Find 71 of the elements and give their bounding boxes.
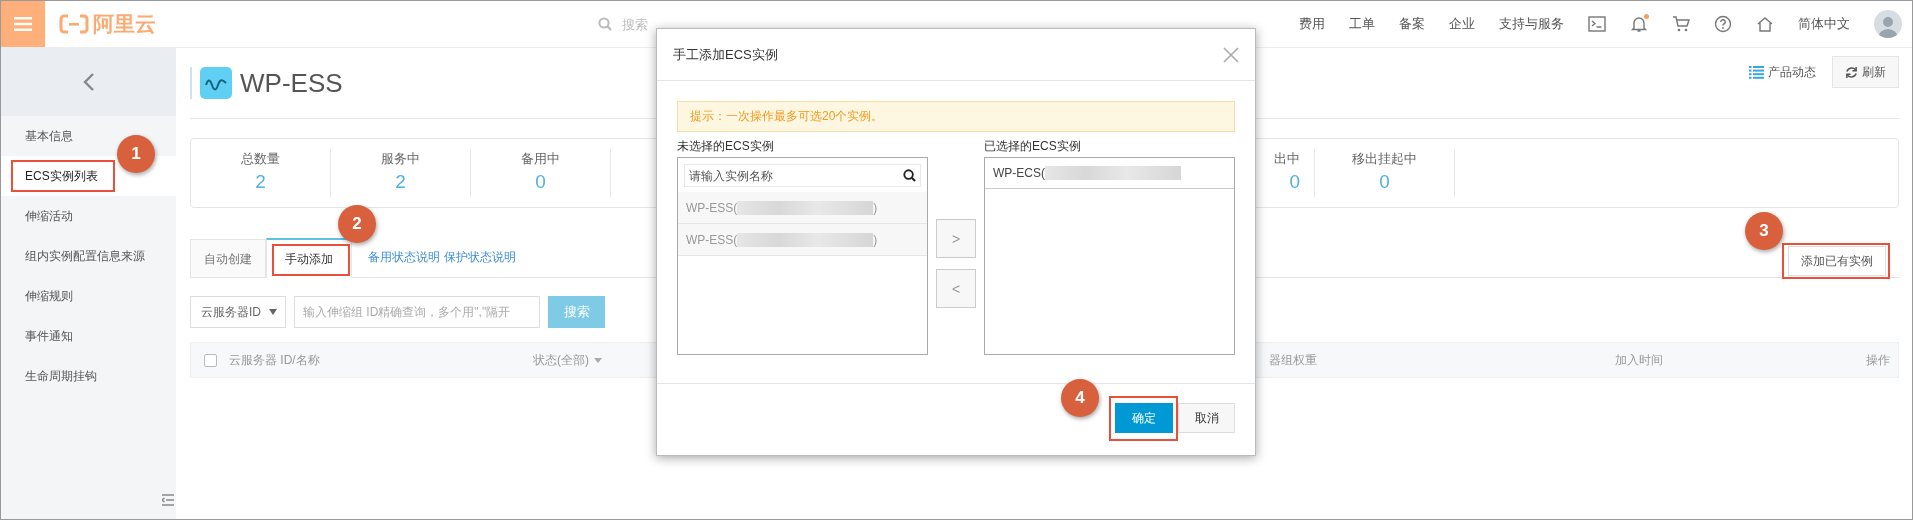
- close-icon[interactable]: [1223, 46, 1239, 63]
- cancel-button[interactable]: 取消: [1178, 403, 1235, 433]
- stat-value: 0: [534, 170, 547, 194]
- chevron-left-icon: [82, 72, 95, 92]
- search-icon: [598, 17, 612, 31]
- instance-name-end: ): [873, 232, 878, 247]
- nav-link[interactable]: 企业: [1449, 15, 1475, 33]
- caret-down-icon: [594, 357, 602, 363]
- column-header: 云服务器 ID/名称: [229, 351, 320, 369]
- stat-value: 2: [394, 170, 407, 194]
- tip-banner: 提示：一次操作最多可选20个实例。: [677, 101, 1235, 132]
- column-header: 操作: [1866, 351, 1890, 369]
- instance-name: WP-ESS(: [686, 232, 738, 247]
- instance-search-field[interactable]: 请输入实例名称: [684, 164, 921, 187]
- search-icon: [903, 169, 916, 182]
- select-all-checkbox[interactable]: [203, 353, 217, 367]
- list-icon: [1749, 65, 1764, 79]
- sidebar-item[interactable]: 伸缩规则: [1, 276, 89, 316]
- help-link[interactable]: 备用状态说明: [368, 249, 440, 266]
- instance-name-end: ): [873, 200, 878, 215]
- step-badge: 2: [338, 205, 376, 243]
- help-icon[interactable]: [1714, 15, 1732, 33]
- step-badge: 1: [117, 135, 155, 173]
- nav-link[interactable]: 备案: [1399, 15, 1425, 33]
- column-header: 器组权重: [1269, 351, 1317, 369]
- add-instance-button[interactable]: 添加已有实例: [1788, 246, 1886, 276]
- list-label: 未选择的ECS实例: [677, 138, 775, 155]
- list-label: 已选择的ECS实例: [984, 138, 1082, 155]
- help-link[interactable]: 保护状态说明: [444, 249, 516, 266]
- sidebar-item[interactable]: 组内实例配置信息来源: [1, 236, 161, 276]
- step-badge: 3: [1745, 212, 1783, 250]
- instance-name: WP-ESS(: [686, 200, 738, 215]
- nav-link[interactable]: 支持与服务: [1499, 15, 1564, 33]
- filter-select[interactable]: 云服务器ID: [190, 296, 286, 328]
- refresh-button[interactable]: 刷新: [1832, 56, 1899, 88]
- query-field[interactable]: 输入伸缩组 ID精确查询，多个用","隔开: [294, 296, 540, 328]
- sidebar-item[interactable]: 基本信息: [1, 116, 89, 156]
- instance-name: WP-ECS(: [993, 166, 1045, 180]
- stat-label: 移出挂起中: [1351, 150, 1418, 168]
- sidebar-item[interactable]: 伸缩活动: [1, 196, 89, 236]
- terminal-icon[interactable]: [1588, 16, 1606, 32]
- logo-icon: [59, 14, 89, 34]
- wave-icon: [200, 67, 232, 99]
- stat-label: 备用中: [520, 150, 561, 168]
- collapse-icon: [162, 494, 174, 506]
- tab[interactable]: 自动创建: [190, 239, 266, 277]
- caret-down-icon: [269, 309, 277, 315]
- page-title: WP-ESS: [240, 67, 343, 99]
- stat-label: 服务中: [380, 150, 421, 168]
- news-link[interactable]: 产品动态: [1749, 63, 1816, 81]
- nav-link[interactable]: 工单: [1349, 15, 1375, 33]
- stat-value: 2: [254, 170, 267, 194]
- sidebar-item[interactable]: 事件通知: [1, 316, 89, 356]
- avatar[interactable]: [1874, 10, 1902, 38]
- stat-label: 总数量: [240, 150, 281, 168]
- bell-icon[interactable]: [1630, 15, 1648, 33]
- dialog-title: 手工添加ECS实例: [673, 45, 778, 64]
- column-header: 加入时间: [1615, 351, 1663, 369]
- language-link[interactable]: 简体中文: [1798, 15, 1850, 33]
- list-item[interactable]: WP-ECS(: [985, 158, 1234, 189]
- stat-label: 出中: [1273, 150, 1300, 168]
- sidebar-item[interactable]: 生命周期挂钩: [1, 356, 113, 396]
- cart-icon[interactable]: [1672, 15, 1690, 33]
- nav-link[interactable]: 费用: [1299, 15, 1325, 33]
- stat-value: 0: [1288, 170, 1300, 194]
- refresh-icon: [1845, 65, 1858, 79]
- stat-value: 0: [1378, 170, 1391, 194]
- home-icon[interactable]: [1756, 15, 1774, 33]
- step-badge: 4: [1061, 379, 1099, 417]
- menu-icon: [14, 17, 32, 31]
- logo-text: 阿里云: [93, 11, 156, 37]
